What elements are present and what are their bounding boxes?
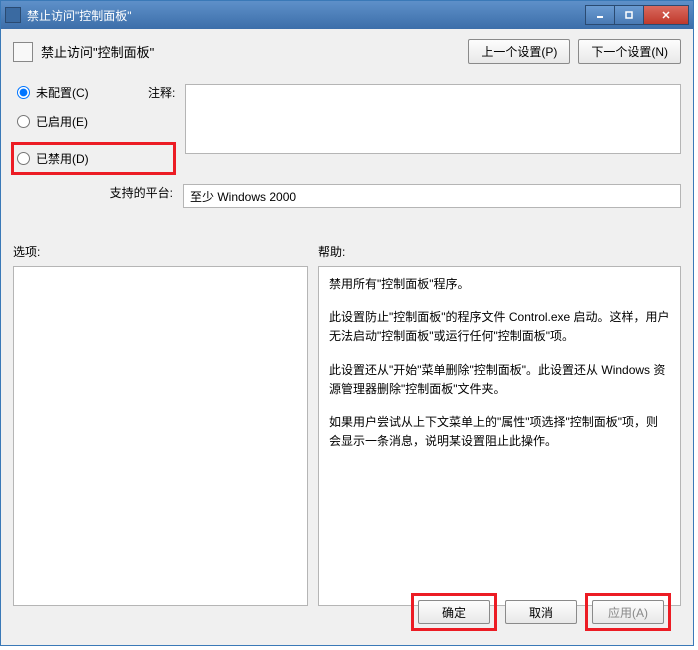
- policy-editor-window: 禁止访问"控制面板" 禁止访问"控制面板" 上一个设置(P) 下一个设置(N): [0, 0, 694, 646]
- dialog-footer: 确定 取消 应用(A): [13, 579, 681, 635]
- platform-text: 至少 Windows 2000: [190, 190, 296, 204]
- apply-button[interactable]: 应用(A): [592, 600, 664, 624]
- ok-highlight: 确定: [411, 593, 497, 631]
- maximize-icon: [624, 10, 634, 20]
- minimize-button[interactable]: [585, 5, 615, 25]
- help-p1: 禁用所有"控制面板"程序。: [329, 275, 670, 294]
- help-p3: 此设置还从"开始"菜单删除"控制面板"。此设置还从 Windows 资源管理器删…: [329, 361, 670, 399]
- header-row: 禁止访问"控制面板" 上一个设置(P) 下一个设置(N): [13, 39, 681, 64]
- policy-icon: [13, 42, 33, 62]
- supported-platform-box: 至少 Windows 2000: [183, 184, 681, 208]
- dialog-content: 禁止访问"控制面板" 上一个设置(P) 下一个设置(N) 未配置(C) 已启用(…: [1, 29, 693, 645]
- help-panel: 禁用所有"控制面板"程序。 此设置防止"控制面板"的程序文件 Control.e…: [318, 266, 681, 606]
- options-label: 选项:: [13, 243, 318, 260]
- close-icon: [661, 10, 671, 20]
- panels-row: 禁用所有"控制面板"程序。 此设置防止"控制面板"的程序文件 Control.e…: [13, 266, 681, 579]
- window-title: 禁止访问"控制面板": [27, 7, 586, 24]
- window-controls: [586, 5, 689, 25]
- radio-input-enabled[interactable]: [17, 115, 30, 128]
- apply-highlight: 应用(A): [585, 593, 671, 631]
- comment-row: 注释:: [183, 84, 681, 154]
- radio-label-not-configured: 未配置(C): [36, 84, 89, 101]
- radio-label-disabled: 已禁用(D): [36, 150, 89, 167]
- platform-row: 支持的平台: 至少 Windows 2000: [13, 184, 681, 208]
- titlebar: 禁止访问"控制面板": [1, 1, 693, 29]
- prev-setting-button[interactable]: 上一个设置(P): [468, 39, 570, 64]
- window-icon: [5, 7, 21, 23]
- help-p4: 如果用户尝试从上下文菜单上的"属性"项选择"控制面板"项，则会显示一条消息，说明…: [329, 413, 670, 451]
- options-panel: [13, 266, 308, 606]
- comment-textarea[interactable]: [185, 84, 681, 154]
- cancel-button[interactable]: 取消: [505, 600, 577, 624]
- radio-input-not-configured[interactable]: [17, 86, 30, 99]
- policy-title: 禁止访问"控制面板": [41, 42, 460, 61]
- maximize-button[interactable]: [614, 5, 644, 25]
- platform-label: 支持的平台:: [110, 186, 173, 200]
- comment-label: 注释:: [148, 84, 175, 154]
- next-setting-button[interactable]: 下一个设置(N): [578, 39, 681, 64]
- help-label: 帮助:: [318, 243, 681, 260]
- panel-labels: 选项: 帮助:: [13, 243, 681, 260]
- close-button[interactable]: [643, 5, 689, 25]
- radio-input-disabled[interactable]: [17, 152, 30, 165]
- help-p2: 此设置防止"控制面板"的程序文件 Control.exe 启动。这样，用户无法启…: [329, 308, 670, 346]
- minimize-icon: [595, 10, 605, 20]
- upper-section: 未配置(C) 已启用(E) 已禁用(D) 注释:: [13, 84, 681, 175]
- radio-label-enabled: 已启用(E): [36, 113, 88, 130]
- fields-column: 注释:: [183, 84, 681, 175]
- ok-button[interactable]: 确定: [418, 600, 490, 624]
